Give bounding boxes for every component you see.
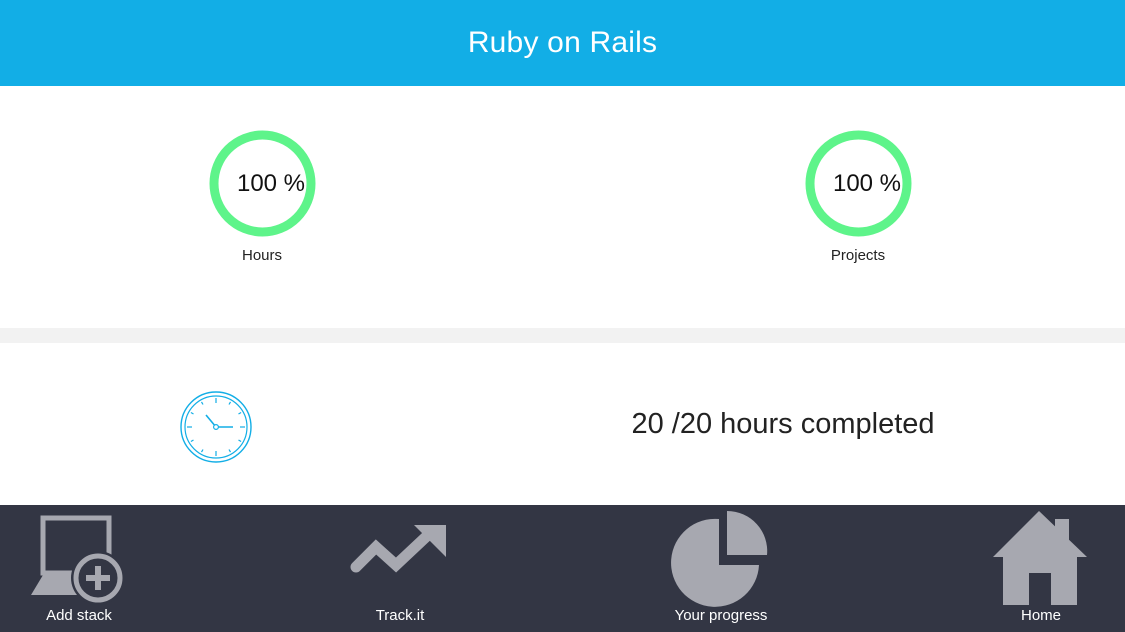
- hours-stat: 100 % Hours: [192, 130, 332, 264]
- hours-percent: 100 %: [236, 169, 306, 197]
- hours-completed-text: 20 /20 hours completed: [631, 407, 935, 440]
- trending-up-icon: [350, 525, 446, 573]
- hours-label: Hours: [241, 247, 282, 264]
- bottom-nav: Add stack Track.it Your progress Home: [0, 505, 1125, 632]
- nav-your-progress[interactable]: Your progress: [641, 505, 801, 632]
- nav-home-label: Home: [1020, 607, 1061, 624]
- nav-home[interactable]: Home: [961, 505, 1121, 632]
- clock-icon: [180, 391, 252, 463]
- nav-track-it[interactable]: Track.it: [320, 505, 480, 632]
- section-divider: [0, 328, 1125, 343]
- nav-add-stack-label: Add stack: [46, 607, 112, 624]
- hours-progress-ring: 100 %: [209, 130, 316, 237]
- nav-your-progress-label: Your progress: [674, 607, 768, 624]
- page-title: Ruby on Rails: [467, 26, 658, 59]
- pie-chart-icon: [671, 510, 768, 607]
- home-icon: [993, 511, 1087, 605]
- nav-track-it-label: Track.it: [375, 607, 425, 624]
- projects-stat: 100 % Projects: [788, 130, 928, 264]
- projects-label: Projects: [830, 247, 886, 264]
- nav-add-stack[interactable]: Add stack: [0, 505, 159, 632]
- projects-progress-ring: 100 %: [805, 130, 912, 237]
- hours-summary: 20 /20 hours completed: [0, 343, 1125, 505]
- projects-percent: 100 %: [832, 169, 902, 197]
- stats-panel: 100 % Hours 100 % Projects: [0, 86, 1125, 328]
- app-header: Ruby on Rails: [0, 0, 1125, 86]
- add-stack-icon: [31, 515, 125, 605]
